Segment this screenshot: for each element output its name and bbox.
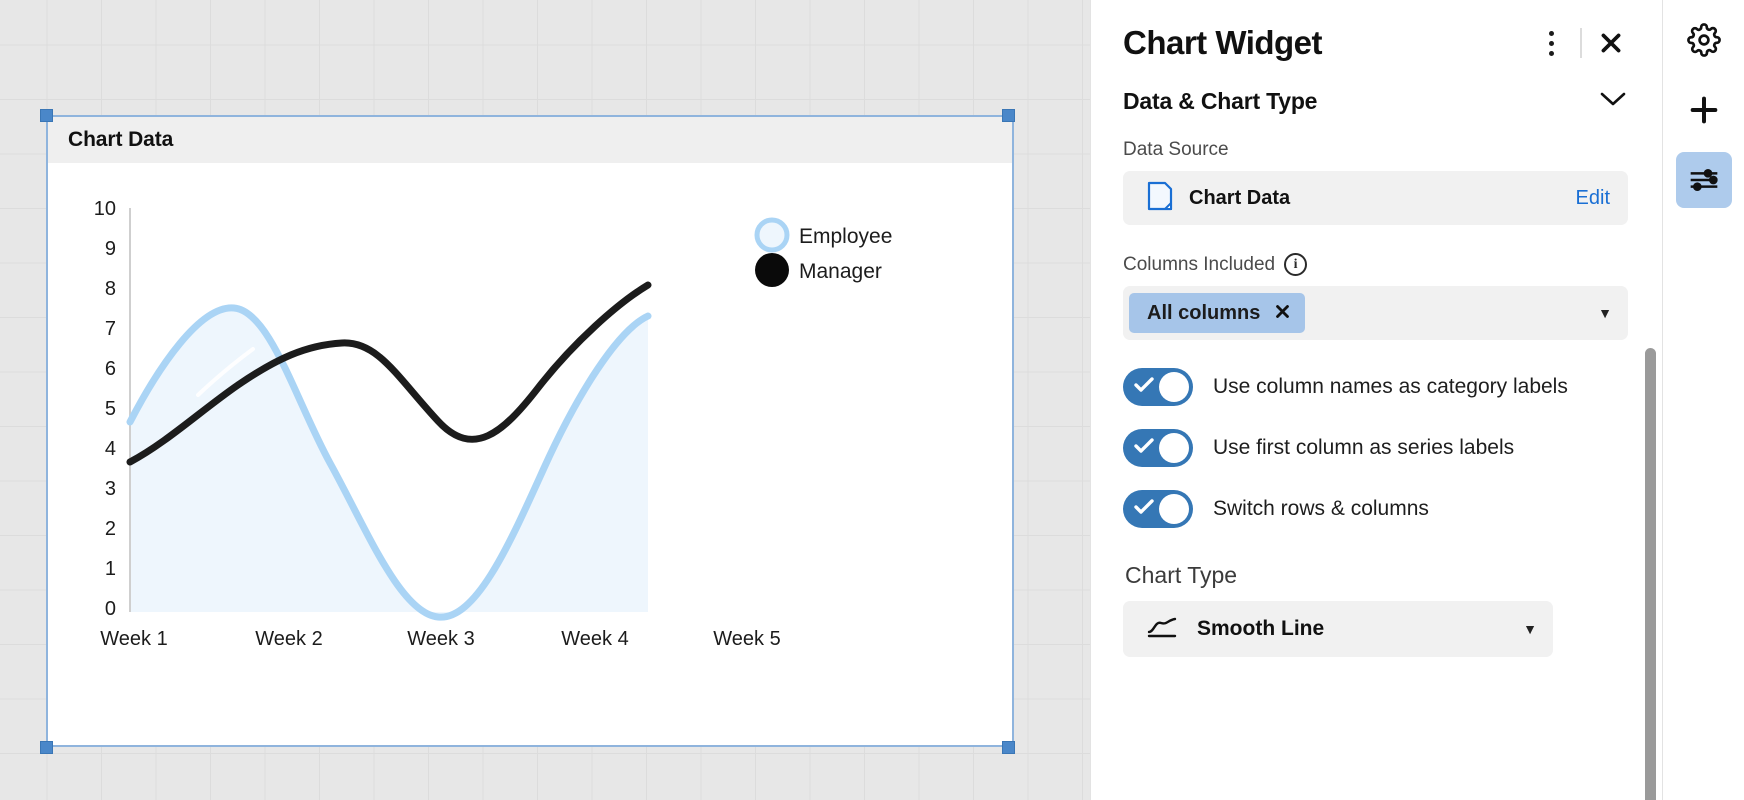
svg-text:Week 3: Week 3 — [407, 628, 474, 650]
panel-title: Chart Widget — [1123, 24, 1323, 61]
svg-text:10: 10 — [94, 198, 116, 220]
check-icon — [1134, 438, 1154, 459]
edit-data-source-button[interactable]: Edit — [1576, 187, 1610, 210]
legend-marker-manager — [755, 253, 789, 287]
legend-label-employee: Employee — [799, 225, 892, 248]
column-chip-label: All columns — [1147, 301, 1261, 324]
check-icon — [1134, 499, 1154, 520]
columns-included-label-text: Columns Included — [1123, 253, 1276, 275]
panel-header: Chart Widget — [1091, 0, 1662, 70]
gear-icon[interactable] — [1676, 12, 1732, 68]
caret-down-icon[interactable]: ▼ — [1523, 621, 1537, 637]
design-canvas[interactable]: Chart Data 10 9 8 7 6 5 4 3 2 1 0 Week 1… — [0, 0, 1090, 800]
kebab-menu-icon[interactable] — [1530, 22, 1572, 64]
caret-down-icon[interactable]: ▼ — [1598, 305, 1612, 321]
toggle-knob — [1159, 372, 1189, 402]
y-axis-tick-labels: 10 9 8 7 6 5 4 3 2 1 0 — [94, 198, 116, 620]
widget-body: 10 9 8 7 6 5 4 3 2 1 0 Week 1 Week 2 Wee… — [48, 163, 1012, 745]
line-chart: 10 9 8 7 6 5 4 3 2 1 0 Week 1 Week 2 Wee… — [94, 198, 893, 650]
info-icon[interactable]: i — [1284, 253, 1308, 276]
chart-widget-panel: Chart Widget Data & Chart Type Data Sour — [1090, 0, 1662, 800]
section-title: Data & Chart Type — [1123, 88, 1318, 114]
svg-text:1: 1 — [105, 558, 116, 580]
svg-text:Week 4: Week 4 — [561, 628, 628, 650]
x-axis-tick-labels: Week 1 Week 2 Week 3 Week 4 Week 5 — [100, 628, 780, 650]
svg-text:6: 6 — [105, 358, 116, 380]
plus-icon[interactable] — [1676, 82, 1732, 138]
svg-text:8: 8 — [105, 278, 116, 300]
sliders-icon[interactable] — [1675, 152, 1732, 208]
svg-text:9: 9 — [105, 238, 116, 260]
chart-type-select[interactable]: Smooth Line ▼ — [1123, 601, 1553, 657]
svg-text:Week 1: Week 1 — [100, 628, 167, 650]
toggle-knob — [1159, 494, 1189, 524]
column-chip-all-columns[interactable]: All columns — [1129, 293, 1306, 333]
resize-handle-top-left[interactable] — [40, 109, 53, 122]
data-source-name: Chart Data — [1189, 186, 1291, 209]
columns-included-label: Columns Included i — [1123, 253, 1628, 276]
svg-text:0: 0 — [105, 598, 116, 620]
svg-text:Week 2: Week 2 — [255, 628, 322, 650]
svg-text:Week 5: Week 5 — [713, 628, 780, 650]
panel-scrollbar[interactable] — [1645, 348, 1656, 800]
app-root: Chart Data 10 9 8 7 6 5 4 3 2 1 0 Week 1… — [0, 0, 1744, 800]
widget-titlebar: Chart Data — [48, 117, 1012, 163]
resize-handle-bottom-left[interactable] — [40, 741, 53, 754]
svg-text:5: 5 — [105, 398, 116, 420]
widget-title: Chart Data — [68, 128, 174, 151]
smooth-line-icon — [1147, 616, 1179, 643]
legend-label-manager: Manager — [799, 260, 882, 283]
svg-text:4: 4 — [105, 438, 116, 460]
resize-handle-top-right[interactable] — [1002, 109, 1015, 122]
panel-scroll-region[interactable]: Data & Chart Type Data Source Chart Data… — [1091, 70, 1662, 800]
chip-remove-close-icon[interactable] — [1274, 303, 1291, 324]
chart-legend: Employee Manager — [754, 217, 892, 287]
right-toolbar — [1662, 0, 1744, 800]
toggle-use-column-names[interactable] — [1123, 368, 1193, 406]
toggle-label-use-first-column: Use first column as series labels — [1213, 436, 1515, 459]
chart-widget-frame[interactable]: Chart Data 10 9 8 7 6 5 4 3 2 1 0 Week 1… — [46, 115, 1014, 747]
check-icon — [1134, 377, 1154, 398]
data-source-label: Data Source — [1123, 139, 1628, 161]
svg-text:2: 2 — [105, 518, 116, 540]
chart-type-label: Chart Type — [1125, 562, 1238, 588]
data-source-label-text: Data Source — [1123, 139, 1229, 160]
close-icon[interactable] — [1590, 22, 1632, 64]
toggle-knob — [1159, 433, 1189, 463]
document-icon — [1147, 181, 1173, 216]
toggle-row-use-column-names[interactable]: Use column names as category labels — [1123, 368, 1628, 406]
toggle-row-use-first-column[interactable]: Use first column as series labels — [1123, 429, 1628, 467]
section-data-and-chart-type[interactable]: Data & Chart Type — [1123, 88, 1628, 115]
legend-marker-employee — [754, 217, 790, 253]
toggle-switch-rows-columns[interactable] — [1123, 490, 1193, 528]
svg-text:7: 7 — [105, 318, 116, 340]
toggle-use-first-column[interactable] — [1123, 429, 1193, 467]
panel-header-actions — [1530, 22, 1632, 64]
chart-type-value: Smooth Line — [1197, 617, 1325, 640]
svg-text:3: 3 — [105, 478, 116, 500]
toggle-row-switch-rows-columns[interactable]: Switch rows & columns — [1123, 490, 1628, 528]
chevron-down-icon[interactable] — [1598, 90, 1628, 113]
toggle-label-use-column-names: Use column names as category labels — [1213, 375, 1568, 398]
data-source-row[interactable]: Chart Data Edit — [1123, 171, 1628, 225]
header-divider — [1580, 28, 1582, 58]
columns-included-select[interactable]: All columns ▼ — [1123, 286, 1628, 340]
resize-handle-bottom-right[interactable] — [1002, 741, 1015, 754]
toggle-label-switch-rows-columns: Switch rows & columns — [1213, 497, 1429, 520]
